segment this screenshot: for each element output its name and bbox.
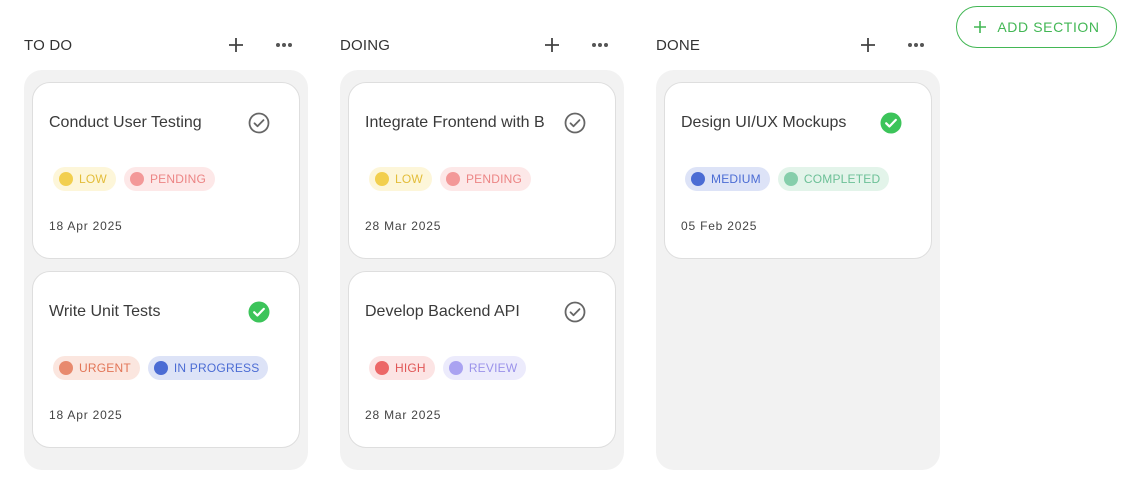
- status-chip: COMPLETED: [777, 167, 890, 191]
- column-body: Integrate Frontend with B LOW PENDING 28…: [340, 70, 624, 470]
- status-chip: PENDING: [439, 167, 532, 191]
- status-dot-icon: [129, 172, 144, 186]
- status-dot-icon: [153, 361, 168, 375]
- complete-toggle[interactable]: [563, 111, 587, 135]
- column-header: DOING: [340, 30, 624, 60]
- status-label: PENDING: [149, 172, 207, 186]
- status-chip: REVIEW: [442, 356, 527, 380]
- column-done: DONE Design UI/UX Mockups MEDIUM COMPLET…: [656, 30, 940, 470]
- status-dot-icon: [445, 172, 460, 186]
- priority-label: MEDIUM: [711, 172, 761, 186]
- task-date: 18 Apr 2025: [49, 219, 123, 233]
- task-card[interactable]: Write Unit Tests URGENT IN PROGRESS 18 A…: [32, 271, 300, 448]
- plus-icon: [861, 38, 875, 52]
- task-title: Write Unit Tests: [49, 303, 161, 320]
- add-section-label: ADD SECTION: [997, 19, 1100, 35]
- add-section-button[interactable]: ADD SECTION: [956, 6, 1117, 48]
- priority-label: HIGH: [395, 361, 426, 375]
- status-label: IN PROGRESS: [173, 361, 260, 375]
- task-tags: MEDIUM COMPLETED: [685, 167, 890, 191]
- add-task-button[interactable]: [854, 31, 882, 59]
- priority-label: LOW: [395, 172, 423, 186]
- priority-chip: URGENT: [53, 356, 140, 380]
- column-doing: DOING Integrate Frontend with B LOW PEND…: [340, 30, 624, 470]
- task-title: Conduct User Testing: [49, 114, 202, 131]
- complete-toggle[interactable]: [879, 111, 903, 135]
- priority-dot-icon: [59, 172, 73, 186]
- task-tags: HIGH REVIEW: [369, 356, 527, 380]
- task-card[interactable]: Develop Backend API HIGH REVIEW 28 Mar 2…: [348, 271, 616, 448]
- task-date: 28 Mar 2025: [365, 408, 442, 422]
- column-title: TO DO: [24, 37, 73, 54]
- plus-icon: [229, 38, 243, 52]
- task-date: 18 Apr 2025: [49, 408, 123, 422]
- task-card[interactable]: Integrate Frontend with B LOW PENDING 28…: [348, 82, 616, 259]
- column-todo: TO DO Conduct User Testing LOW PENDING 1…: [24, 30, 308, 470]
- check-circle-filled-icon: [248, 301, 270, 323]
- priority-chip: LOW: [53, 167, 116, 191]
- priority-label: LOW: [79, 172, 107, 186]
- priority-dot-icon: [375, 172, 389, 186]
- column-title: DONE: [656, 37, 701, 54]
- column-body: Conduct User Testing LOW PENDING 18 Apr …: [24, 70, 308, 470]
- add-task-button[interactable]: [222, 31, 250, 59]
- check-circle-filled-icon: [880, 112, 902, 134]
- more-horizontal-icon: [276, 43, 292, 47]
- priority-dot-icon: [59, 361, 73, 375]
- task-date: 05 Feb 2025: [681, 219, 758, 233]
- task-title: Design UI/UX Mockups: [681, 114, 847, 131]
- column-menu-button[interactable]: [586, 31, 614, 59]
- plus-icon: [974, 21, 987, 33]
- status-label: COMPLETED: [803, 172, 881, 186]
- complete-toggle[interactable]: [247, 111, 271, 135]
- more-horizontal-icon: [592, 43, 608, 47]
- task-title: Develop Backend API: [365, 303, 520, 320]
- column-title: DOING: [340, 37, 391, 54]
- status-chip: IN PROGRESS: [147, 356, 269, 380]
- status-dot-icon: [448, 361, 463, 375]
- status-dot-icon: [783, 172, 798, 186]
- check-circle-outline-icon: [564, 112, 586, 134]
- column-menu-button[interactable]: [902, 31, 930, 59]
- check-circle-outline-icon: [248, 112, 270, 134]
- check-circle-outline-icon: [564, 301, 586, 323]
- task-card[interactable]: Conduct User Testing LOW PENDING 18 Apr …: [32, 82, 300, 259]
- task-title: Integrate Frontend with B: [365, 114, 545, 131]
- task-tags: URGENT IN PROGRESS: [53, 356, 269, 380]
- task-tags: LOW PENDING: [369, 167, 532, 191]
- add-task-button[interactable]: [538, 31, 566, 59]
- status-label: PENDING: [465, 172, 523, 186]
- priority-dot-icon: [375, 361, 389, 375]
- complete-toggle[interactable]: [563, 300, 587, 324]
- priority-chip: LOW: [369, 167, 432, 191]
- priority-label: URGENT: [79, 361, 131, 375]
- column-header: TO DO: [24, 30, 308, 60]
- task-tags: LOW PENDING: [53, 167, 216, 191]
- more-horizontal-icon: [908, 43, 924, 47]
- complete-toggle[interactable]: [247, 300, 271, 324]
- status-chip: PENDING: [123, 167, 216, 191]
- priority-chip: HIGH: [369, 356, 435, 380]
- column-body: Design UI/UX Mockups MEDIUM COMPLETED 05…: [656, 70, 940, 470]
- priority-dot-icon: [691, 172, 705, 186]
- task-card[interactable]: Design UI/UX Mockups MEDIUM COMPLETED 05…: [664, 82, 932, 259]
- task-date: 28 Mar 2025: [365, 219, 442, 233]
- plus-icon: [545, 38, 559, 52]
- priority-chip: MEDIUM: [685, 167, 770, 191]
- column-menu-button[interactable]: [270, 31, 298, 59]
- status-label: REVIEW: [468, 361, 518, 375]
- column-header: DONE: [656, 30, 940, 60]
